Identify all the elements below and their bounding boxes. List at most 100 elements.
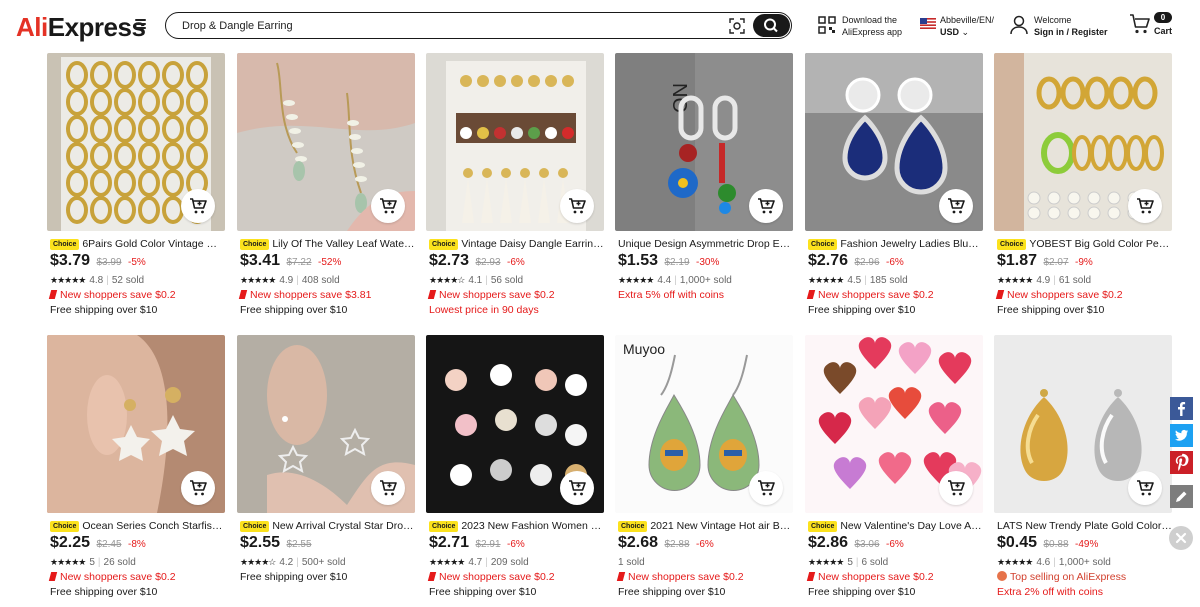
locale-selector[interactable]: Abbeville/EN/ USD ⌄ — [940, 14, 994, 38]
promo-text: New shoppers save $0.2 — [48, 571, 176, 583]
add-to-cart-icon — [1137, 480, 1154, 496]
new-shopper-icon — [238, 290, 248, 299]
product-title[interactable]: Choice2021 New Vintage Hot air Balloon E… — [618, 519, 793, 533]
search-input[interactable] — [182, 17, 722, 35]
product-title[interactable]: ChoiceOcean Series Conch Starfish Drop E… — [50, 519, 225, 533]
product-card[interactable]: Muyoo Choice 2021 New Vintage Hot air Bal… — [615, 335, 793, 605]
sale-price: $0.45 — [997, 534, 1038, 551]
original-price: $2.07 — [1043, 257, 1069, 268]
sold-count: 61 sold — [1058, 275, 1092, 286]
add-to-cart-icon — [758, 480, 775, 496]
rating-row: ★★★★★ 4.6 | 1,000+ sold — [997, 557, 1111, 568]
shipping-text: Free shipping over $10 — [240, 304, 348, 316]
product-title[interactable]: Choice6Pairs Gold Color Vintage Geometri… — [50, 237, 225, 251]
add-to-cart-button[interactable] — [181, 189, 215, 223]
add-to-cart-button[interactable] — [939, 189, 973, 223]
user-icon[interactable] — [1010, 15, 1028, 35]
original-price: $0.88 — [1043, 539, 1069, 550]
cart-label[interactable]: Cart — [1154, 25, 1172, 37]
aliexpress-logo[interactable]: AliExpress — [16, 12, 146, 42]
add-to-cart-button[interactable] — [749, 189, 783, 223]
product-title[interactable]: LATS New Trendy Plate Gold Color Drop Ea… — [997, 519, 1172, 533]
product-title-text: Fashion Jewelry Ladies Blue Water Drop E… — [840, 238, 983, 250]
price-row: $2.86 $3.06 -6% — [808, 534, 904, 552]
product-image[interactable] — [47, 53, 225, 231]
product-card[interactable]: LATS New Trendy Plate Gold Color Drop Ea… — [994, 335, 1172, 605]
product-card[interactable]: ChoiceOcean Series Conch Starfish Drop E… — [47, 335, 225, 605]
add-to-cart-button[interactable] — [749, 471, 783, 505]
sign-in-register-link[interactable]: Sign in / Register — [1034, 27, 1108, 37]
product-title[interactable]: ChoiceFashion Jewelry Ladies Blue Water … — [808, 237, 983, 251]
promo-label: New shoppers save $0.2 — [818, 289, 934, 301]
product-title[interactable]: ChoiceVintage Daisy Dangle Earrings Set — [429, 237, 604, 251]
shipping-text: Free shipping over $10 — [50, 586, 158, 598]
product-card[interactable]: Choice6Pairs Gold Color Vintage Geometri… — [47, 53, 225, 323]
promo-label: New shoppers save $0.2 — [60, 289, 176, 301]
product-card[interactable]: ChoiceLily Of The Valley Leaf Water Drop… — [237, 53, 415, 323]
product-title[interactable]: Choice2023 New Fashion Women 9 Pairs Stu… — [429, 519, 604, 533]
pinterest-share-button[interactable] — [1170, 451, 1193, 474]
new-shopper-icon — [48, 572, 58, 581]
product-image[interactable] — [237, 335, 415, 513]
product-card[interactable]: ChoiceFashion Jewelry Ladies Blue Water … — [805, 53, 983, 323]
search-button[interactable] — [753, 14, 790, 37]
shipping-text: Extra 2% off with coins — [997, 586, 1104, 598]
shipping-text: Free shipping over $10 — [618, 586, 726, 598]
add-to-cart-button[interactable] — [1128, 471, 1162, 505]
product-image[interactable] — [994, 53, 1172, 231]
add-to-cart-button[interactable] — [181, 471, 215, 505]
qr-code-icon[interactable] — [818, 16, 836, 34]
product-image[interactable] — [994, 335, 1172, 513]
product-image[interactable]: Muyoo — [615, 335, 793, 513]
product-image[interactable] — [426, 53, 604, 231]
search-icon — [764, 18, 778, 33]
product-image[interactable] — [805, 53, 983, 231]
shipping-text: Free shipping over $10 — [808, 586, 916, 598]
add-to-cart-button[interactable] — [371, 471, 405, 505]
rating-row: ★★★★★ 4.4 | 1,000+ sold — [618, 275, 732, 286]
promo-label: New shoppers save $0.2 — [818, 571, 934, 583]
twitter-share-button[interactable] — [1170, 424, 1193, 447]
edit-button[interactable] — [1170, 485, 1193, 508]
hamburger-menu-icon[interactable] — [132, 17, 148, 33]
account-link[interactable]: Welcome Sign in / Register — [1034, 14, 1108, 38]
image-search-icon[interactable] — [729, 18, 745, 34]
product-card[interactable]: Choice2023 New Fashion Women 9 Pairs Stu… — [426, 335, 604, 605]
star-rating-icon: ★★★★★ — [808, 557, 844, 567]
add-to-cart-button[interactable] — [1128, 189, 1162, 223]
choice-badge: Choice — [808, 239, 838, 250]
product-card[interactable]: ChoiceVintage Daisy Dangle Earrings Set … — [426, 53, 604, 323]
add-to-cart-button[interactable] — [939, 471, 973, 505]
add-to-cart-button[interactable] — [371, 189, 405, 223]
rating-row: ★★★★★ 4.8 | 52 sold — [50, 275, 145, 286]
shipping-text: Free shipping over $10 — [997, 304, 1105, 316]
add-to-cart-button[interactable] — [560, 189, 594, 223]
sale-price: $2.55 — [240, 534, 281, 551]
product-card[interactable]: ChoiceYOBEST Big Gold Color Pearl Hoop E… — [994, 53, 1172, 323]
product-image[interactable] — [805, 335, 983, 513]
star-rating-icon: ★★★★★ — [618, 275, 654, 285]
facebook-share-button[interactable] — [1170, 397, 1193, 420]
product-card[interactable]: ChoiceNew Valentine's Day Love Acrylic E… — [805, 335, 983, 605]
product-title[interactable]: Unique Design Asymmetric Drop Earrings — [618, 237, 793, 251]
sale-price: $3.79 — [50, 252, 91, 269]
discount-percent: -6% — [885, 539, 904, 550]
download-app-link[interactable]: Download the AliExpress app — [842, 14, 902, 38]
close-button[interactable] — [1169, 526, 1193, 550]
product-image[interactable] — [426, 335, 604, 513]
price-row: $3.41 $7.22 -52% — [240, 252, 341, 270]
cart-icon[interactable] — [1129, 13, 1151, 35]
product-image[interactable] — [237, 53, 415, 231]
product-title[interactable]: ChoiceNew Arrival Crystal Star Drop Earr… — [240, 519, 415, 533]
new-shopper-icon — [995, 290, 1005, 299]
add-to-cart-button[interactable] — [560, 471, 594, 505]
product-title[interactable]: ChoiceNew Valentine's Day Love Acrylic E… — [808, 519, 983, 533]
product-image[interactable] — [47, 335, 225, 513]
promo-text: New shoppers save $3.81 — [238, 289, 371, 301]
product-title[interactable]: ChoiceLily Of The Valley Leaf Water Drop… — [240, 237, 415, 251]
product-card[interactable]: ChoiceNew Arrival Crystal Star Drop Earr… — [237, 335, 415, 605]
product-image[interactable]: NO — [615, 53, 793, 231]
product-title[interactable]: ChoiceYOBEST Big Gold Color Pearl Hoop E… — [997, 237, 1172, 251]
product-card[interactable]: NO Unique Design Asymmetric Drop Earring… — [615, 53, 793, 323]
rating-value: 4.1 — [468, 275, 483, 286]
